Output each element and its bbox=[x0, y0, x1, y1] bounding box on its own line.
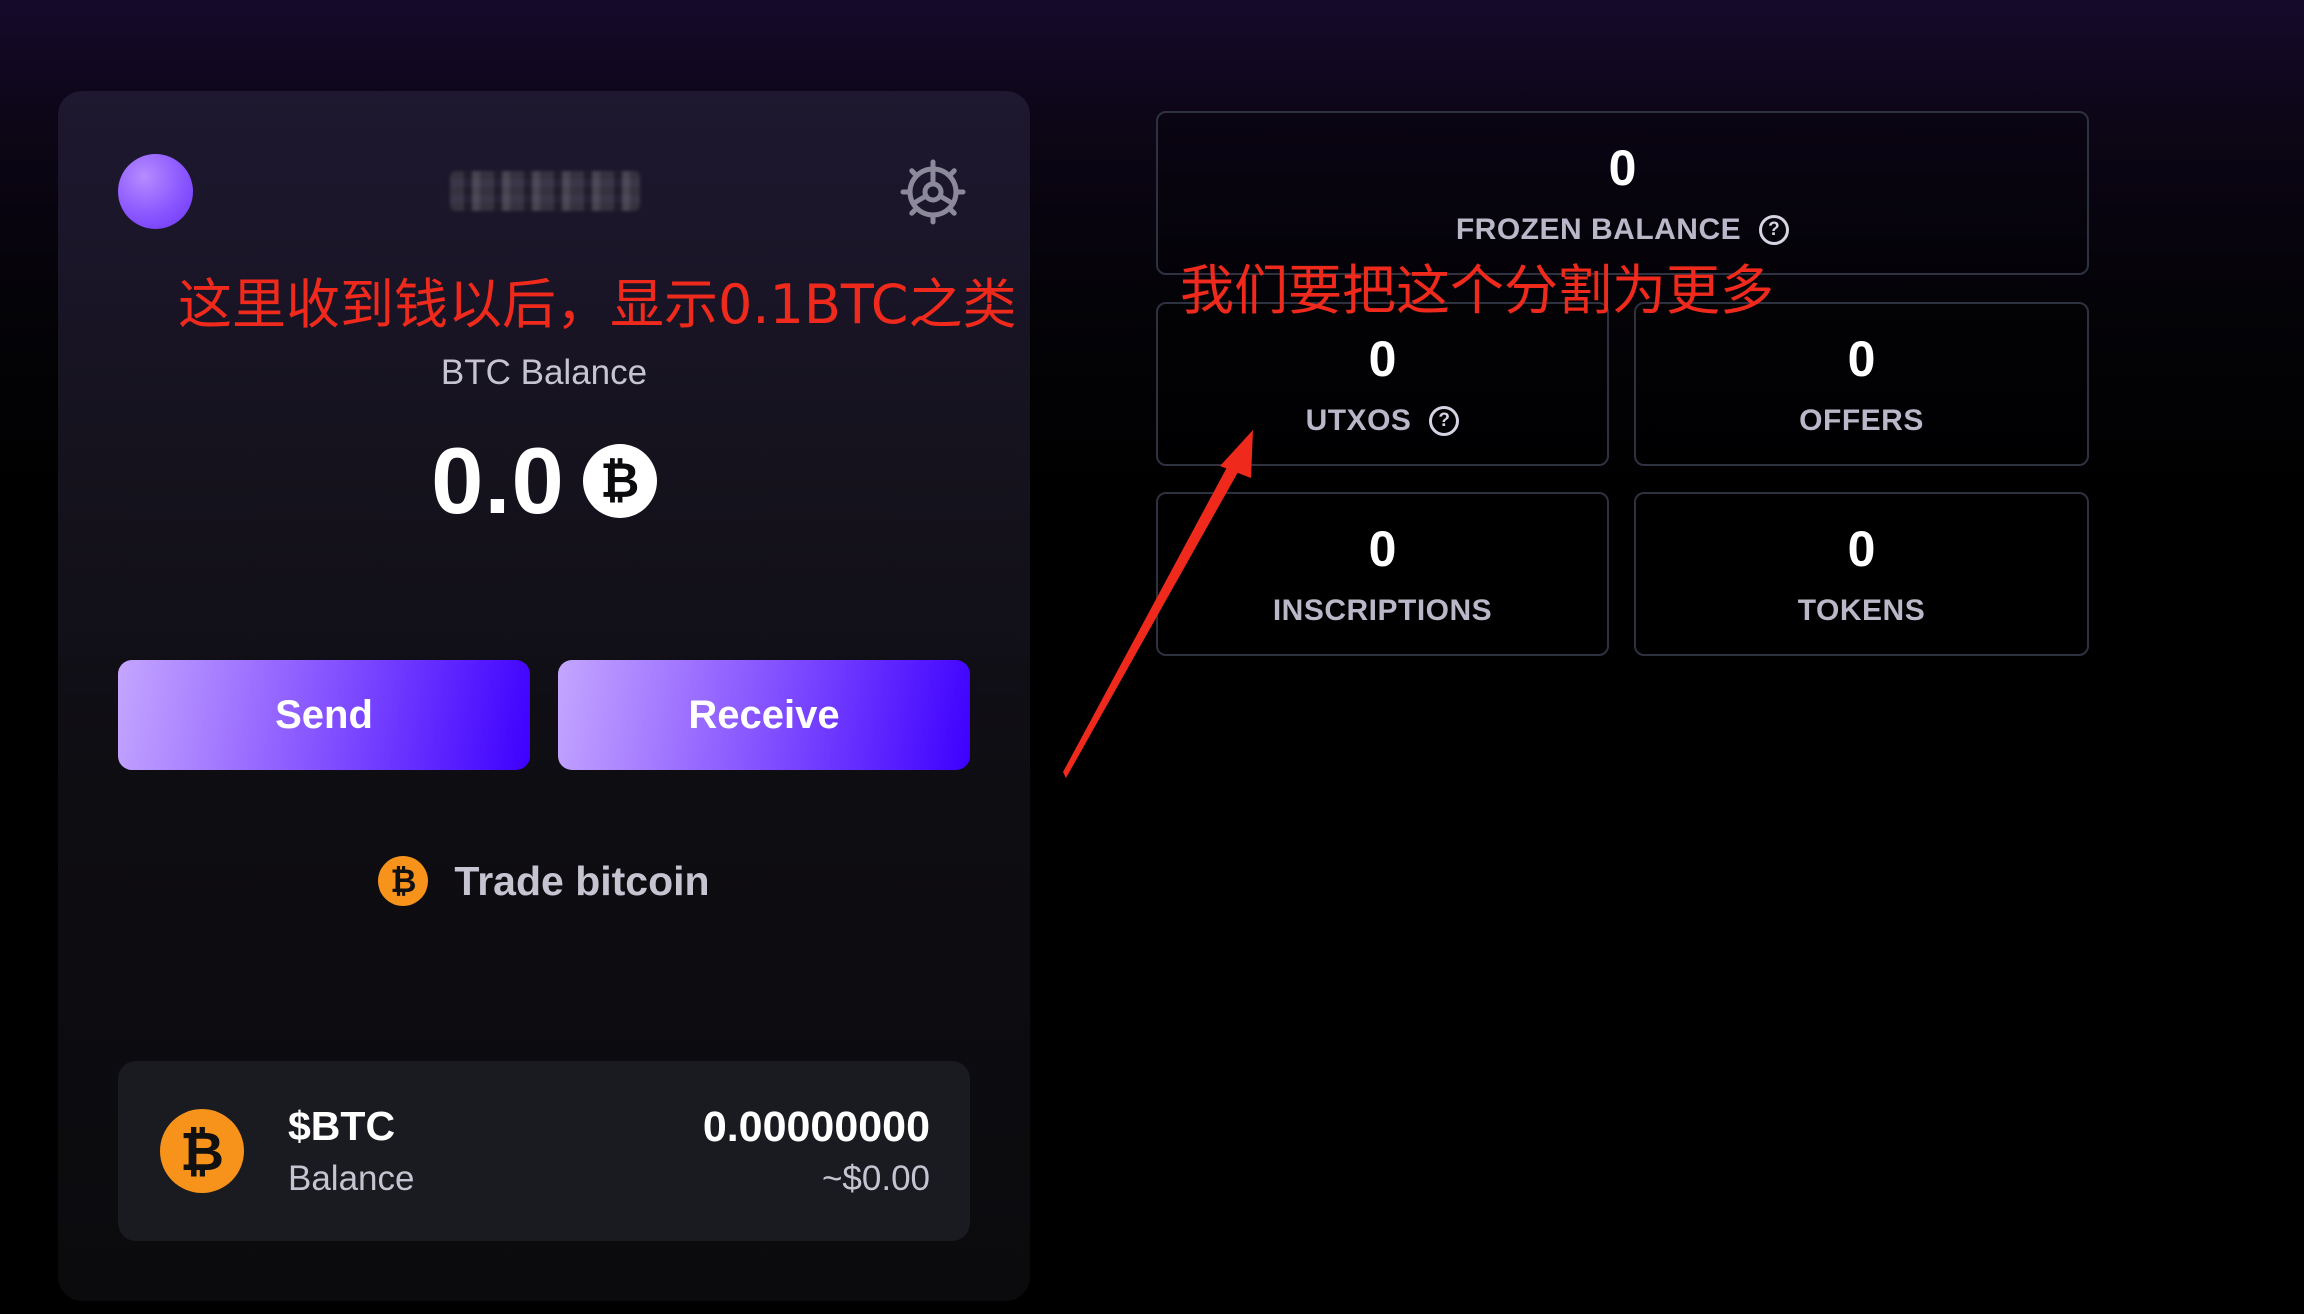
tokens-tile: 0 TOKENS bbox=[1634, 492, 2089, 656]
frozen-balance-label-row: FROZEN BALANCE ? bbox=[1158, 213, 2087, 247]
bitcoin-coin-icon: ₿ bbox=[160, 1109, 244, 1193]
offers-tile: 0 OFFERS bbox=[1634, 302, 2089, 466]
utxos-label-row: UTXOS ? bbox=[1158, 404, 1607, 438]
asset-row-btc[interactable]: ₿ $BTC Balance 0.00000000 ~$0.00 bbox=[118, 1061, 970, 1241]
inscriptions-label-row: INSCRIPTIONS bbox=[1158, 594, 1607, 628]
tokens-label: TOKENS bbox=[1797, 594, 1926, 627]
asset-amount: 0.00000000 bbox=[702, 1103, 930, 1151]
asset-fiat-value: ~$0.00 bbox=[821, 1159, 930, 1198]
avatar[interactable] bbox=[118, 154, 193, 229]
balance-label: BTC Balance bbox=[440, 353, 648, 392]
help-icon[interactable]: ? bbox=[1759, 215, 1790, 245]
send-button[interactable]: Send bbox=[118, 660, 530, 770]
offers-label: OFFERS bbox=[1799, 404, 1924, 437]
balance-value: 0.0 bbox=[431, 428, 565, 533]
inscriptions-label: INSCRIPTIONS bbox=[1272, 594, 1493, 627]
settings-gear-icon[interactable] bbox=[898, 157, 968, 227]
trade-bitcoin-link[interactable]: ₿ Trade bitcoin bbox=[58, 851, 1030, 911]
frozen-balance-value: 0 bbox=[1608, 140, 1637, 196]
inscriptions-tile: 0 INSCRIPTIONS bbox=[1156, 492, 1609, 656]
annotation-note-right: 我们要把这个分割为更多 bbox=[1180, 259, 1774, 322]
tokens-value: 0 bbox=[1847, 521, 1876, 577]
tokens-label-row: TOKENS bbox=[1636, 594, 2087, 628]
asset-sub-label: Balance bbox=[288, 1159, 415, 1198]
asset-symbol: $BTC bbox=[288, 1103, 396, 1149]
utxos-label: UTXOS bbox=[1305, 404, 1412, 437]
balance-display: 0.0 ₿ bbox=[58, 431, 1030, 531]
bitcoin-icon: ₿ bbox=[582, 444, 657, 518]
offers-value: 0 bbox=[1847, 331, 1876, 387]
utxos-value: 0 bbox=[1368, 331, 1397, 387]
help-icon[interactable]: ? bbox=[1429, 406, 1460, 436]
utxos-tile: 0 UTXOS ? bbox=[1156, 302, 1609, 466]
offers-label-row: OFFERS bbox=[1636, 404, 2087, 438]
annotation-note-left: 这里收到钱以后，显示0.1BTC之类 bbox=[178, 273, 1017, 336]
frozen-balance-label: FROZEN BALANCE bbox=[1455, 213, 1742, 246]
receive-button[interactable]: Receive bbox=[558, 660, 970, 770]
account-name-obscured bbox=[450, 171, 640, 211]
inscriptions-value: 0 bbox=[1368, 521, 1397, 577]
bitcoin-coin-icon: ₿ bbox=[378, 856, 429, 906]
trade-bitcoin-label: Trade bitcoin bbox=[454, 857, 710, 904]
